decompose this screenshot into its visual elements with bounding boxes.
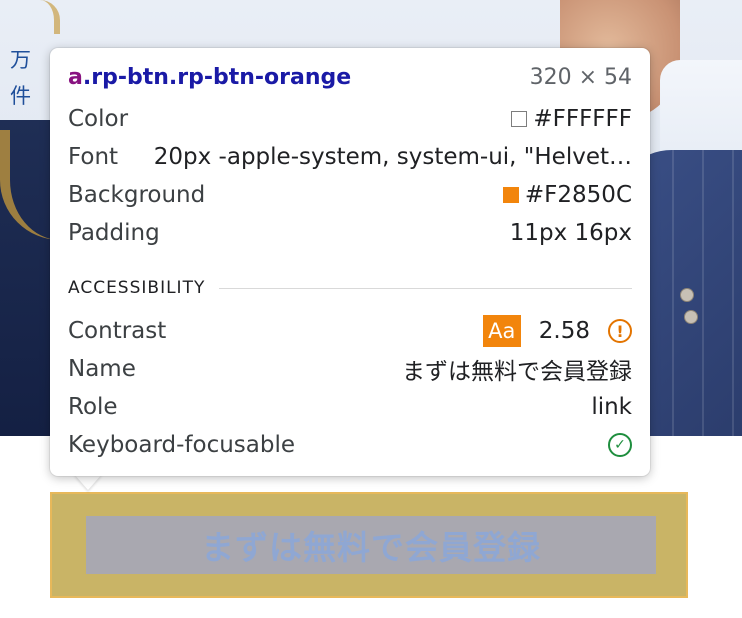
property-color: Color #FFFFFF: [68, 102, 632, 136]
selector-class: .rp-btn.rp-btn-orange: [82, 64, 352, 90]
accessibility-section-header: ACCESSIBILITY: [68, 274, 632, 302]
side-text-char: 件: [10, 84, 31, 108]
role-value: link: [591, 394, 632, 420]
name-label: Name: [68, 356, 136, 382]
role-label: Role: [68, 394, 118, 420]
contrast-label: Contrast: [68, 318, 167, 344]
name-value: まずは無料で会員登録: [402, 359, 632, 385]
side-text-char: 万: [10, 48, 31, 72]
selector-tag: a: [68, 64, 83, 90]
property-padding: Padding 11px 16px: [68, 216, 632, 250]
element-selector: a.rp-btn.rp-btn-orange: [68, 65, 351, 90]
tooltip-header: a.rp-btn.rp-btn-orange 320 × 54: [68, 60, 632, 94]
inspector-tooltip: a.rp-btn.rp-btn-orange 320 × 54 Color #F…: [50, 48, 650, 476]
laurel-icon: [26, 0, 60, 34]
section-divider: [219, 287, 632, 289]
property-font: Font 20px -apple-system, system-ui, "Hel…: [68, 140, 632, 174]
property-label: Font: [68, 144, 119, 170]
property-label: Color: [68, 106, 129, 132]
section-title: ACCESSIBILITY: [68, 278, 206, 298]
accessibility-name: Name まずは無料で会員登録: [68, 352, 632, 386]
element-highlight-margin: まずは無料で会員登録: [50, 492, 688, 598]
property-label: Padding: [68, 220, 160, 246]
color-swatch-icon: [511, 111, 528, 127]
cuff-button-icon: [680, 288, 694, 302]
property-value: #F2850C: [524, 182, 632, 208]
color-swatch-icon: [502, 187, 519, 203]
check-circle-icon: ✓: [608, 433, 632, 457]
property-value: #FFFFFF: [533, 106, 632, 132]
register-free-button-label: まずは無料で会員登録: [201, 528, 541, 567]
contrast-value: 2.58: [538, 318, 590, 344]
warning-circle-icon: !: [608, 319, 632, 343]
element-dimensions: 320 × 54: [529, 64, 632, 90]
contrast-sample-badge: Aa: [482, 315, 521, 347]
property-label: Background: [68, 182, 206, 208]
property-value: 11px 16px: [509, 220, 632, 246]
accessibility-contrast: Contrast Aa 2.58 !: [68, 314, 632, 348]
register-free-button[interactable]: まずは無料で会員登録: [86, 516, 656, 574]
accessibility-role: Role link: [68, 390, 632, 424]
keyboard-focusable-label: Keyboard-focusable: [68, 432, 296, 458]
property-background: Background #F2850C: [68, 178, 632, 212]
cuff-button-icon: [684, 310, 698, 324]
accessibility-keyboard-focusable: Keyboard-focusable ✓: [68, 428, 632, 462]
property-value: 20px -apple-system, system-ui, "Helvet…: [153, 144, 632, 170]
tooltip-arrow: [74, 474, 102, 490]
